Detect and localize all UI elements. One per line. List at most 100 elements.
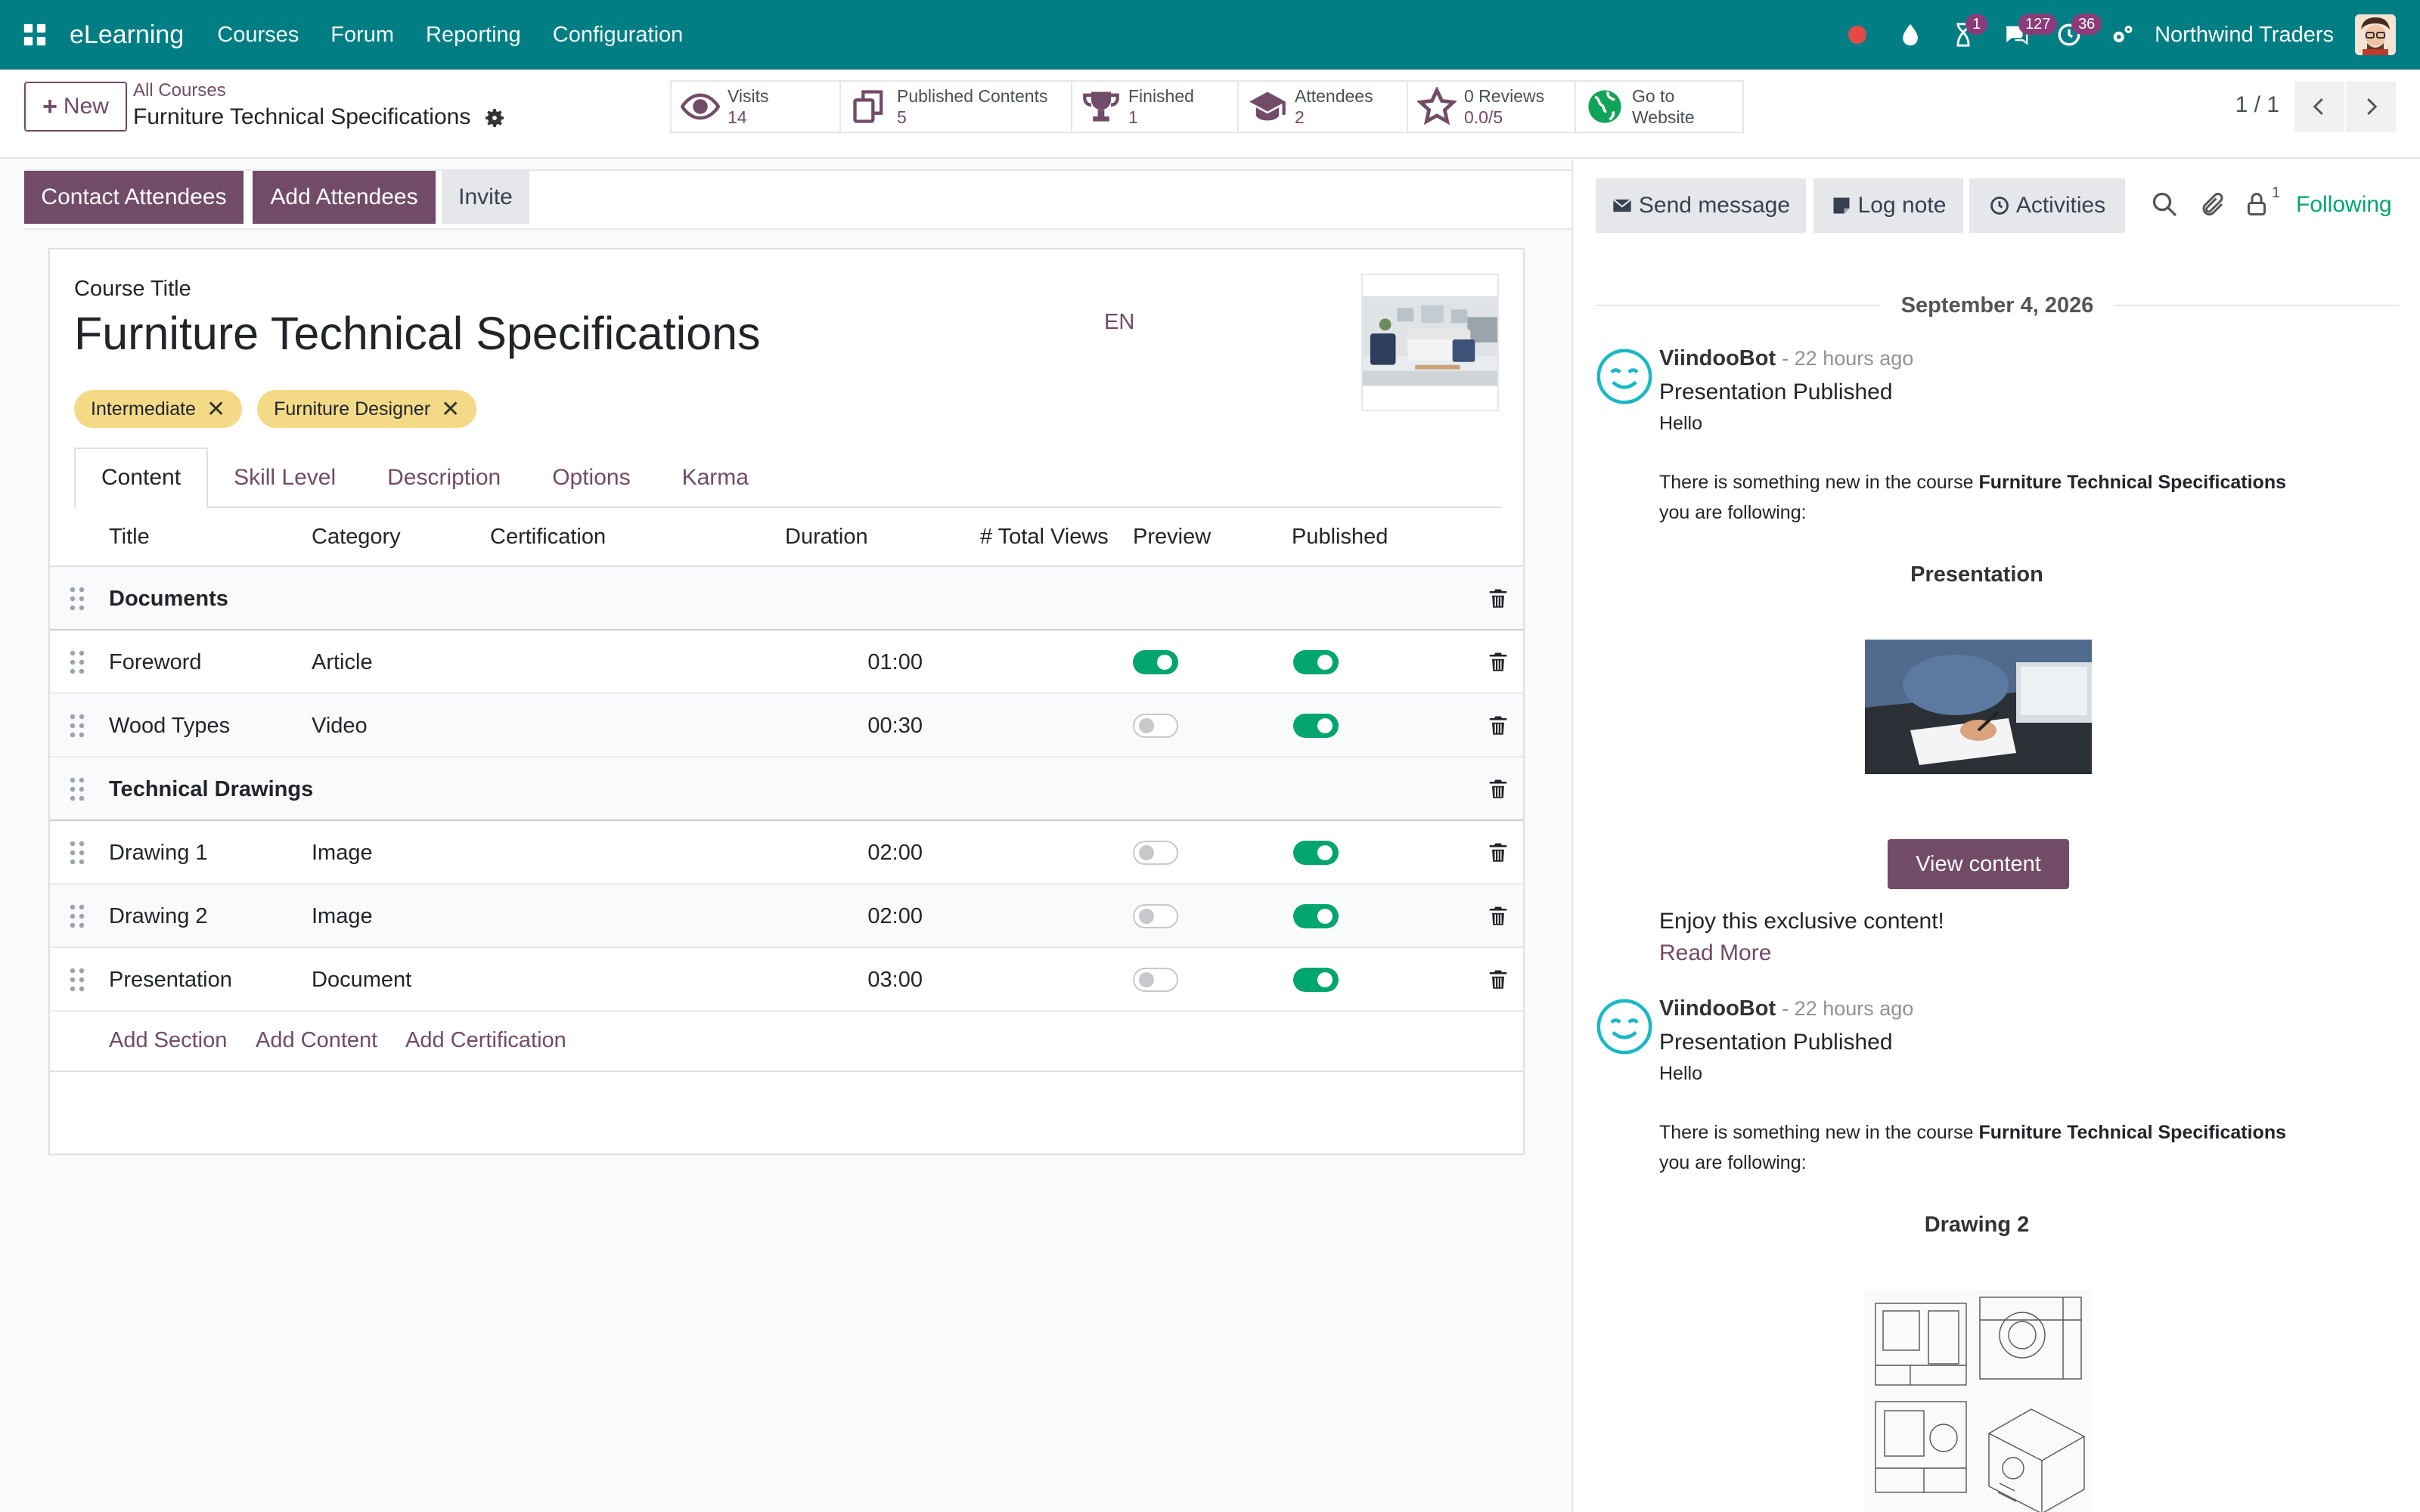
col-total-views[interactable]: # Total Views	[980, 525, 1109, 550]
contact-attendees-button[interactable]: Contact Attendees	[24, 171, 244, 224]
app-brand[interactable]: eLearning	[70, 20, 184, 50]
cell-duration[interactable]: 02:00	[817, 841, 923, 866]
tab-content[interactable]: Content	[74, 448, 209, 508]
cell-title[interactable]: Drawing 1	[109, 841, 208, 866]
add-attendees-button[interactable]: Add Attendees	[253, 171, 436, 224]
menu-forum[interactable]: Forum	[330, 23, 394, 48]
cell-category[interactable]: Document	[312, 968, 411, 993]
drag-handle-icon[interactable]	[68, 714, 86, 738]
section-row[interactable]: Documents	[50, 567, 1523, 631]
language-button[interactable]: EN	[1104, 310, 1134, 335]
user-avatar[interactable]	[2355, 14, 2396, 55]
col-title[interactable]: Title	[109, 525, 150, 550]
tab-options[interactable]: Options	[526, 448, 656, 508]
course-title-input[interactable]: Furniture Technical Specifications	[74, 307, 761, 360]
activity-hourglass-icon[interactable]: 1	[1937, 0, 1990, 70]
new-button[interactable]: + New	[24, 82, 127, 132]
remove-tag-icon[interactable]: ✕	[441, 396, 460, 423]
cell-title[interactable]: Presentation	[109, 968, 232, 993]
go-to-website-button[interactable]: Go to Website	[1575, 80, 1744, 133]
invite-button[interactable]: Invite	[442, 171, 529, 224]
col-duration[interactable]: Duration	[785, 525, 868, 550]
cell-duration[interactable]: 02:00	[817, 904, 923, 929]
col-published[interactable]: Published	[1292, 525, 1388, 550]
trash-icon[interactable]	[1487, 841, 1509, 865]
table-row[interactable]: Wood TypesVideo00:300	[50, 694, 1523, 758]
preview-toggle[interactable]	[1133, 904, 1178, 928]
published-toggle[interactable]	[1293, 650, 1339, 674]
drag-handle-icon[interactable]	[68, 650, 86, 674]
breadcrumb-all-courses[interactable]: All Courses	[133, 80, 226, 101]
log-note-button[interactable]: Log note	[1813, 178, 1963, 233]
paperclip-icon[interactable]	[2199, 191, 2226, 218]
drag-handle-icon[interactable]	[68, 904, 86, 928]
trash-icon[interactable]	[1487, 714, 1509, 738]
preview-toggle[interactable]	[1133, 714, 1178, 738]
followers-lock-icon[interactable]	[2243, 191, 2270, 218]
activities-button[interactable]: Activities	[1969, 178, 2125, 233]
stat-finished-button[interactable]: Finished 1	[1071, 80, 1239, 133]
cell-title[interactable]: Wood Types	[109, 714, 230, 739]
menu-courses[interactable]: Courses	[217, 23, 299, 48]
view-content-button[interactable]: View content	[1888, 839, 2069, 889]
preview-toggle[interactable]	[1133, 841, 1178, 865]
cell-duration[interactable]: 01:00	[817, 650, 923, 675]
trash-icon[interactable]	[1487, 904, 1509, 928]
tab-description[interactable]: Description	[361, 448, 526, 508]
published-toggle[interactable]	[1293, 841, 1339, 865]
drag-handle-icon[interactable]	[68, 968, 86, 992]
published-toggle[interactable]	[1293, 714, 1339, 738]
cell-category[interactable]: Article	[312, 650, 373, 675]
stat-reviews-button[interactable]: 0 Reviews 0.0/5	[1407, 80, 1576, 133]
preview-toggle[interactable]	[1133, 968, 1178, 992]
table-row[interactable]: ForewordArticle01:0010	[50, 631, 1523, 694]
pager-next-button[interactable]	[2346, 82, 2396, 132]
trash-icon[interactable]	[1487, 968, 1509, 992]
pager-value[interactable]: 1 / 1	[2235, 92, 2279, 118]
cell-category[interactable]: Video	[312, 714, 368, 739]
remove-tag-icon[interactable]: ✕	[206, 396, 225, 423]
add-certification-link[interactable]: Add Certification	[405, 1028, 566, 1053]
trash-icon[interactable]	[1487, 650, 1509, 674]
course-image[interactable]	[1361, 274, 1499, 411]
section-row[interactable]: Technical Drawings	[50, 758, 1523, 821]
send-message-button[interactable]: Send message	[1596, 178, 1806, 233]
tab-skill-level[interactable]: Skill Level	[208, 448, 361, 508]
col-certification[interactable]: Certification	[490, 525, 606, 550]
following-button[interactable]: Following	[2296, 192, 2392, 218]
settings-cogs-icon[interactable]	[2096, 0, 2149, 70]
message-author[interactable]: ViindooBot - 22 hours ago	[1659, 996, 1913, 1021]
drop-icon[interactable]	[1884, 0, 1937, 70]
table-row[interactable]: Drawing 1Image02:002	[50, 821, 1523, 885]
drag-handle-icon[interactable]	[68, 777, 86, 801]
menu-reporting[interactable]: Reporting	[426, 23, 521, 48]
stat-attendees-button[interactable]: Attendees 2	[1237, 80, 1408, 133]
stat-published-contents-button[interactable]: Published Contents 5	[839, 80, 1072, 133]
cell-duration[interactable]: 03:00	[817, 968, 923, 993]
company-switcher[interactable]: Northwind Traders	[2155, 23, 2334, 48]
published-toggle[interactable]	[1293, 904, 1339, 928]
table-row[interactable]: PresentationDocument03:000	[50, 948, 1523, 1012]
record-actions-gear-icon[interactable]	[482, 106, 507, 130]
table-row[interactable]: Drawing 2Image02:002	[50, 885, 1523, 948]
add-section-link[interactable]: Add Section	[109, 1028, 227, 1053]
cell-duration[interactable]: 00:30	[817, 714, 923, 739]
stat-visits-button[interactable]: Visits 14	[670, 80, 841, 133]
trash-icon[interactable]	[1487, 587, 1509, 611]
published-toggle[interactable]	[1293, 968, 1339, 992]
col-category[interactable]: Category	[312, 525, 401, 550]
col-preview[interactable]: Preview	[1133, 525, 1211, 550]
search-icon[interactable]	[2151, 191, 2178, 218]
section-title[interactable]: Documents	[109, 587, 228, 612]
add-content-link[interactable]: Add Content	[256, 1028, 377, 1053]
section-title[interactable]: Technical Drawings	[109, 777, 313, 802]
read-more-link[interactable]: Read More	[1659, 940, 1771, 966]
drag-handle-icon[interactable]	[68, 587, 86, 611]
drag-handle-icon[interactable]	[68, 841, 86, 865]
message-author[interactable]: ViindooBot - 22 hours ago	[1659, 346, 1913, 371]
clock-icon[interactable]: 36	[2043, 0, 2102, 70]
tab-karma[interactable]: Karma	[656, 448, 774, 508]
menu-configuration[interactable]: Configuration	[553, 23, 684, 48]
messages-icon[interactable]: 127	[1990, 0, 2058, 70]
apps-menu-icon[interactable]	[0, 0, 70, 70]
